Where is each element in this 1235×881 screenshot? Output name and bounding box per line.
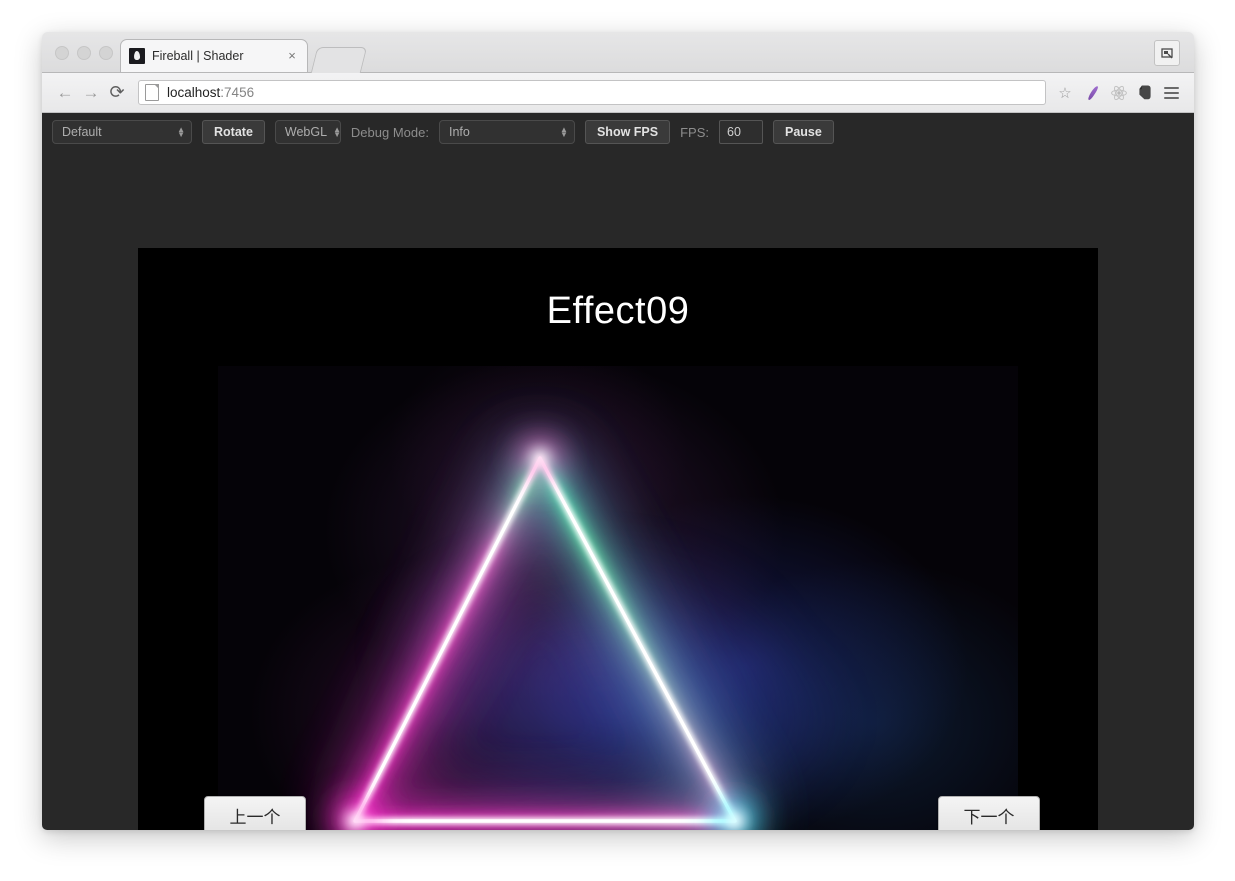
react-icon[interactable] — [1106, 80, 1132, 106]
debug-mode-value: Info — [448, 125, 470, 139]
document-icon — [145, 84, 159, 101]
fireball-droplet-icon — [129, 48, 145, 64]
url-host: localhost — [167, 85, 221, 100]
maximize-window-button[interactable] — [99, 46, 113, 60]
demo-stage: Effect09 上一个 下一个 — [138, 248, 1098, 830]
window-controls[interactable] — [55, 46, 113, 60]
pause-button[interactable]: Pause — [773, 120, 834, 144]
tab-title: Fireball | Shader — [152, 49, 244, 63]
url-port: :7456 — [220, 85, 255, 100]
browser-window: Fireball | Shader × ← → ⟳ localhost:7456 — [42, 32, 1194, 830]
chevron-updown-icon: ▲ ▼ — [560, 125, 568, 139]
fps-label: FPS: — [680, 124, 709, 140]
debug-mode-select[interactable]: Info ▲ ▼ — [438, 120, 575, 144]
show-fps-button[interactable]: Show FPS — [584, 120, 671, 144]
neon-triangle-graphic — [333, 438, 757, 830]
feather-icon[interactable] — [1080, 80, 1106, 106]
debug-mode-label: Debug Mode: — [350, 124, 429, 140]
forward-icon[interactable]: → — [78, 80, 104, 106]
chevron-updown-icon: ▲ ▼ — [177, 125, 185, 139]
minimize-window-button[interactable] — [77, 46, 91, 60]
effect-title: Effect09 — [546, 290, 690, 332]
back-icon[interactable]: ← — [52, 80, 78, 106]
scene-select[interactable]: Default ▲ ▼ — [52, 120, 192, 144]
chevron-updown-icon: ▲ ▼ — [333, 125, 341, 139]
browser-menu-icon[interactable] — [1158, 80, 1184, 106]
shader-canvas[interactable] — [218, 366, 1018, 830]
browser-toolbar: ← → ⟳ localhost:7456 ☆ — [42, 73, 1194, 113]
browser-tab[interactable]: Fireball | Shader × — [120, 39, 308, 72]
rotate-button[interactable]: Rotate — [202, 120, 265, 144]
url-text: localhost:7456 — [167, 85, 254, 100]
page-content: Default ▲ ▼ Rotate WebGL ▲ ▼ Debug Mode: I… — [42, 113, 1194, 830]
screenshot-root: Fireball | Shader × ← → ⟳ localhost:7456 — [0, 0, 1235, 881]
bookmark-star-icon[interactable]: ☆ — [1052, 80, 1078, 106]
app-toolbar: Default ▲ ▼ Rotate WebGL ▲ ▼ Debug Mode: I… — [42, 113, 1194, 145]
renderer-select-value: WebGL — [284, 125, 328, 139]
reload-icon[interactable]: ⟳ — [104, 80, 130, 106]
close-icon[interactable]: × — [285, 49, 299, 63]
fps-input[interactable]: 60 — [719, 120, 763, 144]
new-tab-button[interactable] — [310, 47, 368, 73]
prev-effect-button[interactable]: 上一个 — [204, 796, 306, 830]
next-effect-button[interactable]: 下一个 — [938, 796, 1040, 830]
evernote-icon[interactable] — [1132, 80, 1158, 106]
renderer-select[interactable]: WebGL ▲ ▼ — [274, 120, 341, 144]
close-window-button[interactable] — [55, 46, 69, 60]
scene-select-value: Default — [62, 125, 102, 139]
tab-strip: Fireball | Shader × — [42, 32, 1194, 73]
address-bar[interactable]: localhost:7456 — [138, 80, 1046, 105]
screencast-icon — [1160, 47, 1173, 58]
window-utility-button[interactable] — [1154, 40, 1180, 66]
